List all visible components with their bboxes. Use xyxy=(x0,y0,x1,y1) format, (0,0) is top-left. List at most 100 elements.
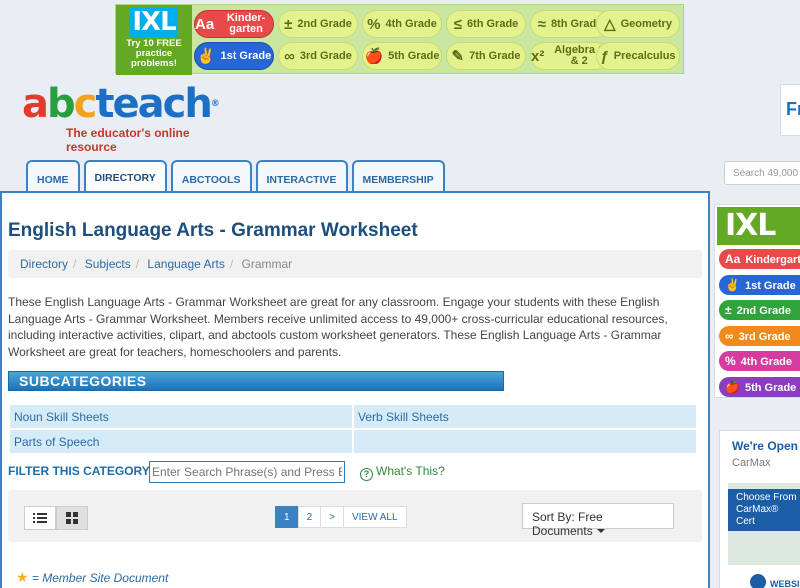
sidebar-grade-label: 4th Grade xyxy=(740,356,793,368)
sidebar-grade-pill[interactable]: 🍎 5th Grade xyxy=(719,376,800,397)
grade-glyph-icon: ± xyxy=(725,303,732,317)
ixl-grade-pill[interactable]: ✌ 1st Grade xyxy=(194,42,274,70)
breadcrumb: Directory / Subjects / Language Arts / Gram… xyxy=(8,250,702,278)
grade-glyph-icon: % xyxy=(725,354,736,368)
next-page-button[interactable]: > xyxy=(320,506,344,528)
question-icon: ? xyxy=(360,468,373,481)
carmax-map-label: Choose From CarMax® Cert xyxy=(728,489,800,531)
grade-glyph-icon: Aa xyxy=(725,252,741,266)
subcategory-verb-skill-sheets[interactable]: Verb Skill Sheets xyxy=(354,405,696,428)
grade-pill-label: 5th Grade xyxy=(388,49,440,62)
list-view-button[interactable] xyxy=(24,506,56,530)
grid-view-button[interactable] xyxy=(56,506,88,530)
ixl-grade-pill[interactable]: △ Geometry xyxy=(596,10,680,38)
ixl-cta: Try 10 FREE practice problems! xyxy=(126,38,182,69)
grade-pill-label: Precalculus xyxy=(613,49,676,62)
whats-this-link[interactable]: ? What's This? xyxy=(360,464,445,481)
grade-glyph-icon: 🍎 xyxy=(725,379,740,394)
grade-pill-label: 2nd Grade xyxy=(297,17,352,30)
carmax-map[interactable]: Choose From CarMax® Cert xyxy=(728,483,800,565)
right-promo[interactable]: Fr xyxy=(780,84,800,136)
sidebar-grade-pill[interactable]: ∞ 3rd Grade xyxy=(719,325,800,346)
sidebar-grade-pill[interactable]: Aa Kindergarten xyxy=(719,249,800,269)
table-row: Noun Skill Sheets Verb Skill Sheets xyxy=(10,405,696,428)
tab-abctools[interactable]: ABCTOOLS xyxy=(170,160,252,192)
filter-search-input[interactable] xyxy=(149,461,345,483)
breadcrumb-language-arts[interactable]: Language Arts xyxy=(147,257,224,271)
sidebar-grade-label: 3rd Grade xyxy=(738,330,791,343)
subcategory-parts-of-speech[interactable]: Parts of Speech xyxy=(10,430,352,453)
ixl-grade-pill[interactable]: ∞ 3rd Grade xyxy=(278,42,358,70)
caret-down-icon xyxy=(596,529,605,533)
grade-glyph-icon: ✌ xyxy=(196,47,216,65)
tab-interactive[interactable]: INTERACTIVE xyxy=(255,160,348,192)
subcategory-noun-skill-sheets[interactable]: Noun Skill Sheets xyxy=(10,405,352,428)
results-toolbar: 1 2 > VIEW ALL Sort By: Free Documents xyxy=(8,490,702,542)
sidebar-grade-label: 2nd Grade xyxy=(736,305,791,317)
tab-home[interactable]: HOME xyxy=(26,160,80,192)
carmax-website-link[interactable]: WEBSI xyxy=(770,579,800,588)
logo-wordmark: abcteach® xyxy=(22,81,220,127)
grade-glyph-icon: 🍎 xyxy=(364,47,384,65)
whats-this-label: What's This? xyxy=(376,464,445,478)
carmax-heading: We're Open a xyxy=(732,439,800,453)
sidebar-grade-label: Kindergarten xyxy=(745,254,800,266)
grade-glyph-icon: ≈ xyxy=(537,15,546,33)
page-1-button[interactable]: 1 xyxy=(275,506,299,528)
grade-glyph-icon: % xyxy=(367,15,381,33)
view-all-button[interactable]: VIEW ALL xyxy=(342,506,407,528)
grade-glyph-icon: ∞ xyxy=(725,328,734,343)
grade-glyph-icon: ✌ xyxy=(725,277,740,292)
pagination: 1 2 > VIEW ALL xyxy=(275,506,407,528)
site-search-input[interactable]: Search 49,000 d xyxy=(724,161,800,185)
tab-membership[interactable]: MEMBERSHIP xyxy=(351,160,445,192)
legend-text: = Member Site Document xyxy=(31,571,169,585)
list-icon xyxy=(33,513,47,523)
breadcrumb-current: Grammar xyxy=(241,257,293,271)
grade-glyph-icon: ± xyxy=(284,15,293,33)
sidebar-ixl-ad[interactable]: IXL AaKindergarten✌1st Grade±2nd Grade∞3… xyxy=(714,204,800,398)
breadcrumb-directory[interactable]: Directory xyxy=(20,257,68,271)
ixl-grade-pill[interactable]: ƒ Precalculus xyxy=(596,42,680,70)
sidebar-grade-pill[interactable]: ±2nd Grade xyxy=(719,300,800,320)
page-title: English Language Arts - Grammar Workshee… xyxy=(8,220,418,241)
page-2-button[interactable]: 2 xyxy=(297,506,322,528)
ixl-grade-pill[interactable]: ✎ 7th Grade xyxy=(446,42,526,70)
grade-pill-label: 1st Grade xyxy=(220,49,272,62)
tab-directory[interactable]: DIRECTORY xyxy=(83,160,167,194)
sidebar-grade-pill[interactable]: ✌ 1st Grade xyxy=(719,274,800,295)
category-description: These English Language Arts - Grammar Wo… xyxy=(8,295,668,359)
sidebar-grade-pill[interactable]: % 4th Grade xyxy=(719,351,800,371)
grade-pill-label: 7th Grade xyxy=(469,49,521,62)
ixl-grade-pill[interactable]: % 4th Grade xyxy=(362,10,442,38)
main-nav: HOME DIRECTORY ABCTOOLS INTERACTIVE MEMB… xyxy=(26,160,445,194)
sidebar-ixl-logo[interactable]: IXL xyxy=(717,207,800,245)
ixl-ad-banner[interactable]: IXL Try 10 FREE practice problems! Aa Kin… xyxy=(115,4,684,75)
ixl-wordmark: IXL xyxy=(130,7,178,37)
grade-pill-label: 6th Grade xyxy=(466,17,519,30)
grade-glyph-icon: x² xyxy=(531,47,545,65)
ixl-grade-pill[interactable]: Aa Kinder-garten xyxy=(194,10,274,38)
ixl-grade-pill[interactable]: ±2nd Grade xyxy=(278,10,358,38)
subcategories-heading: SUBCATEGORIES xyxy=(8,371,504,391)
grade-pill-label: 3rd Grade xyxy=(299,49,352,62)
grade-glyph-icon: ≤ xyxy=(453,15,462,33)
subcategory-empty-cell xyxy=(354,430,696,453)
sort-dropdown[interactable]: Sort By: Free Documents xyxy=(522,503,674,538)
breadcrumb-subjects[interactable]: Subjects xyxy=(85,257,131,271)
sort-label: Sort By: Free Documents xyxy=(532,510,603,538)
member-legend: ★ = Member Site Document xyxy=(16,569,168,586)
subcategories-table: Noun Skill Sheets Verb Skill Sheets Part… xyxy=(8,403,698,455)
ixl-grade-pill[interactable]: 🍎 5th Grade xyxy=(362,42,442,70)
grid-icon xyxy=(66,512,78,524)
carmax-sub: CarMax xyxy=(732,457,771,469)
carmax-ad[interactable]: We're Open a CarMax Choose From CarMax® … xyxy=(719,430,800,588)
grade-glyph-icon: ∞ xyxy=(284,47,295,65)
sidebar-grade-label: 1st Grade xyxy=(744,279,796,292)
star-icon: ★ xyxy=(16,569,29,585)
grade-pill-label: 4th Grade xyxy=(385,17,437,30)
ixl-grade-pill[interactable]: ≤6th Grade xyxy=(446,10,526,38)
main-content: English Language Arts - Grammar Workshee… xyxy=(0,191,710,588)
abcteach-logo[interactable]: abcteach® The educator's online resource xyxy=(22,81,242,154)
ixl-logo[interactable]: IXL Try 10 FREE practice problems! xyxy=(116,5,192,75)
